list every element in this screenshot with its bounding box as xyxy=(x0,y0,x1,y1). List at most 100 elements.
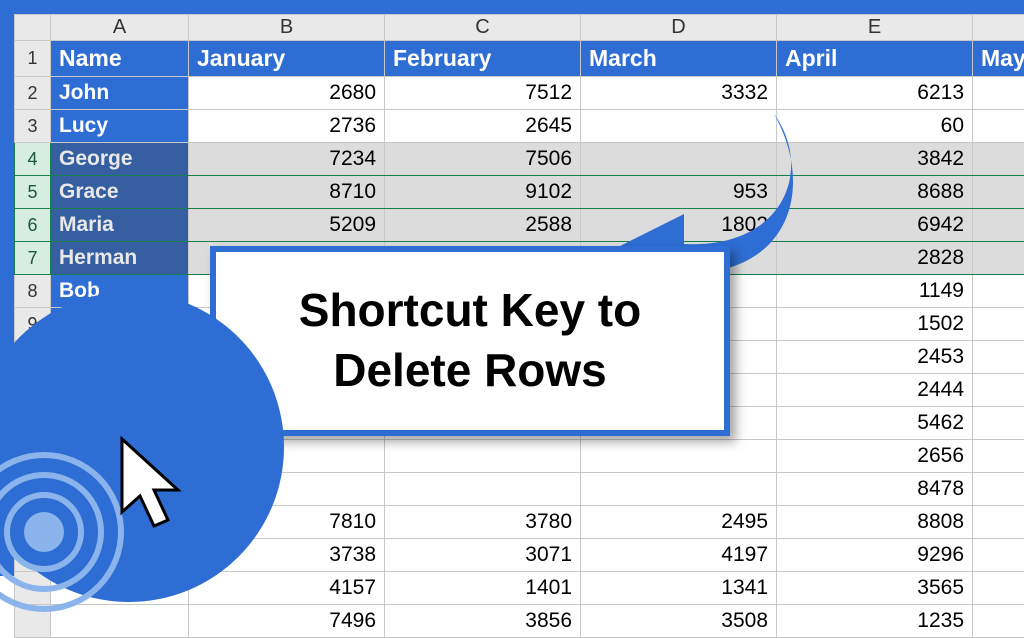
data-cell[interactable]: 3565 xyxy=(777,572,973,605)
col-header[interactable]: D xyxy=(581,15,777,41)
col-header[interactable]: A xyxy=(51,15,189,41)
data-cell[interactable] xyxy=(973,143,1024,176)
data-cell[interactable] xyxy=(973,605,1024,638)
data-cell[interactable] xyxy=(973,341,1024,374)
data-cell[interactable]: 2645 xyxy=(385,110,581,143)
data-cell[interactable] xyxy=(973,572,1024,605)
data-cell[interactable] xyxy=(385,440,581,473)
data-cell[interactable] xyxy=(973,407,1024,440)
name-cell[interactable]: George xyxy=(51,143,189,176)
data-cell[interactable]: January xyxy=(189,41,385,77)
data-cell[interactable]: 2444 xyxy=(777,374,973,407)
data-cell[interactable]: 2495 xyxy=(581,506,777,539)
data-cell[interactable]: 1802 xyxy=(581,209,777,242)
table-row[interactable]: 4George72347506 3842 xyxy=(15,143,1024,176)
col-header[interactable] xyxy=(973,15,1024,41)
data-cell[interactable]: 8710 xyxy=(189,176,385,209)
data-cell[interactable]: 3780 xyxy=(385,506,581,539)
table-row[interactable]: 5Grace871091029538688 xyxy=(15,176,1024,209)
data-cell[interactable]: 2828 xyxy=(777,242,973,275)
data-cell[interactable]: 2656 xyxy=(777,440,973,473)
data-cell[interactable]: 1149 xyxy=(777,275,973,308)
data-cell[interactable]: 9296 xyxy=(777,539,973,572)
data-cell[interactable]: 5209 xyxy=(189,209,385,242)
data-cell[interactable]: 1401 xyxy=(385,572,581,605)
data-cell[interactable]: 6942 xyxy=(777,209,973,242)
cursor-icon xyxy=(112,434,202,544)
data-cell[interactable]: April xyxy=(777,41,973,77)
row-header[interactable]: 6 xyxy=(15,209,51,242)
data-cell[interactable]: 4197 xyxy=(581,539,777,572)
table-row[interactable]: 7496385635081235 xyxy=(15,605,1024,638)
data-cell[interactable] xyxy=(973,176,1024,209)
data-cell[interactable]: 3856 xyxy=(385,605,581,638)
data-cell[interactable]: 4157 xyxy=(189,572,385,605)
col-header[interactable]: E xyxy=(777,15,973,41)
data-cell[interactable] xyxy=(581,473,777,506)
row-header[interactable]: 4 xyxy=(15,143,51,176)
data-cell[interactable] xyxy=(973,110,1024,143)
data-cell[interactable]: 6213 xyxy=(777,77,973,110)
data-cell[interactable]: 3508 xyxy=(581,605,777,638)
name-cell[interactable]: Maria xyxy=(51,209,189,242)
name-cell[interactable]: Lucy xyxy=(51,110,189,143)
row-header[interactable]: 7 xyxy=(15,242,51,275)
data-cell[interactable]: 8478 xyxy=(777,473,973,506)
data-cell[interactable]: 7512 xyxy=(385,77,581,110)
data-cell[interactable]: 1235 xyxy=(777,605,973,638)
data-cell[interactable] xyxy=(973,308,1024,341)
data-cell[interactable]: 2736 xyxy=(189,110,385,143)
data-cell[interactable] xyxy=(973,242,1024,275)
data-cell[interactable]: 7234 xyxy=(189,143,385,176)
table-row[interactable]: 1NameJanuaryFebruaryMarchAprilMay xyxy=(15,41,1024,77)
data-cell[interactable]: 7496 xyxy=(189,605,385,638)
data-cell[interactable] xyxy=(581,440,777,473)
col-header[interactable] xyxy=(15,15,51,41)
table-row[interactable]: 3Lucy27362645 60 xyxy=(15,110,1024,143)
data-cell[interactable]: 3071 xyxy=(385,539,581,572)
row-header[interactable]: 5 xyxy=(15,176,51,209)
data-cell[interactable]: 8688 xyxy=(777,176,973,209)
data-cell[interactable]: 7506 xyxy=(385,143,581,176)
name-cell[interactable]: Herman xyxy=(51,242,189,275)
data-cell[interactable]: March xyxy=(581,41,777,77)
data-cell[interactable]: 60 xyxy=(777,110,973,143)
name-cell[interactable]: John xyxy=(51,77,189,110)
row-header[interactable]: 1 xyxy=(15,41,51,77)
data-cell[interactable] xyxy=(973,440,1024,473)
row-header[interactable]: 2 xyxy=(15,77,51,110)
data-cell[interactable] xyxy=(973,473,1024,506)
data-cell[interactable] xyxy=(385,473,581,506)
column-headers[interactable]: ABCDE xyxy=(15,15,1024,41)
data-cell[interactable]: 2453 xyxy=(777,341,973,374)
col-header[interactable]: B xyxy=(189,15,385,41)
name-cell[interactable] xyxy=(51,605,189,638)
data-cell[interactable]: 1341 xyxy=(581,572,777,605)
table-row[interactable]: 2John2680751233326213 xyxy=(15,77,1024,110)
data-cell[interactable]: May xyxy=(973,41,1024,77)
data-cell[interactable]: 3332 xyxy=(581,77,777,110)
data-cell[interactable]: 2680 xyxy=(189,77,385,110)
data-cell[interactable]: 9102 xyxy=(385,176,581,209)
data-cell[interactable] xyxy=(973,506,1024,539)
table-row[interactable]: 6Maria5209258818026942 xyxy=(15,209,1024,242)
row-header[interactable]: 8 xyxy=(15,275,51,308)
row-header[interactable]: 3 xyxy=(15,110,51,143)
data-cell[interactable] xyxy=(581,110,777,143)
data-cell[interactable] xyxy=(973,539,1024,572)
col-header[interactable]: C xyxy=(385,15,581,41)
data-cell[interactable]: 5462 xyxy=(777,407,973,440)
data-cell[interactable] xyxy=(973,275,1024,308)
data-cell[interactable] xyxy=(973,209,1024,242)
data-cell[interactable] xyxy=(581,143,777,176)
data-cell[interactable]: 2588 xyxy=(385,209,581,242)
data-cell[interactable] xyxy=(973,374,1024,407)
data-cell[interactable]: 1502 xyxy=(777,308,973,341)
name-cell[interactable]: Grace xyxy=(51,176,189,209)
data-cell[interactable]: February xyxy=(385,41,581,77)
data-cell[interactable] xyxy=(973,77,1024,110)
data-cell[interactable]: 3842 xyxy=(777,143,973,176)
name-cell[interactable]: Name xyxy=(51,41,189,77)
data-cell[interactable]: 953 xyxy=(581,176,777,209)
data-cell[interactable]: 8808 xyxy=(777,506,973,539)
